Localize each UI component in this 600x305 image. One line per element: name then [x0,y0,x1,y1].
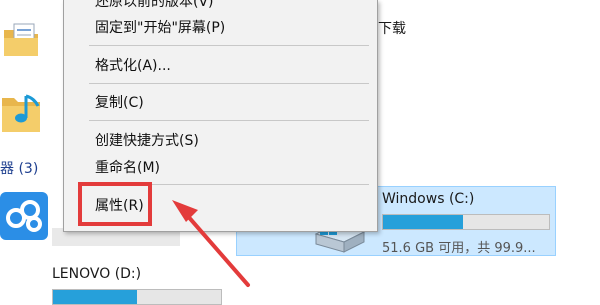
annotation-arrow-icon [172,200,250,287]
